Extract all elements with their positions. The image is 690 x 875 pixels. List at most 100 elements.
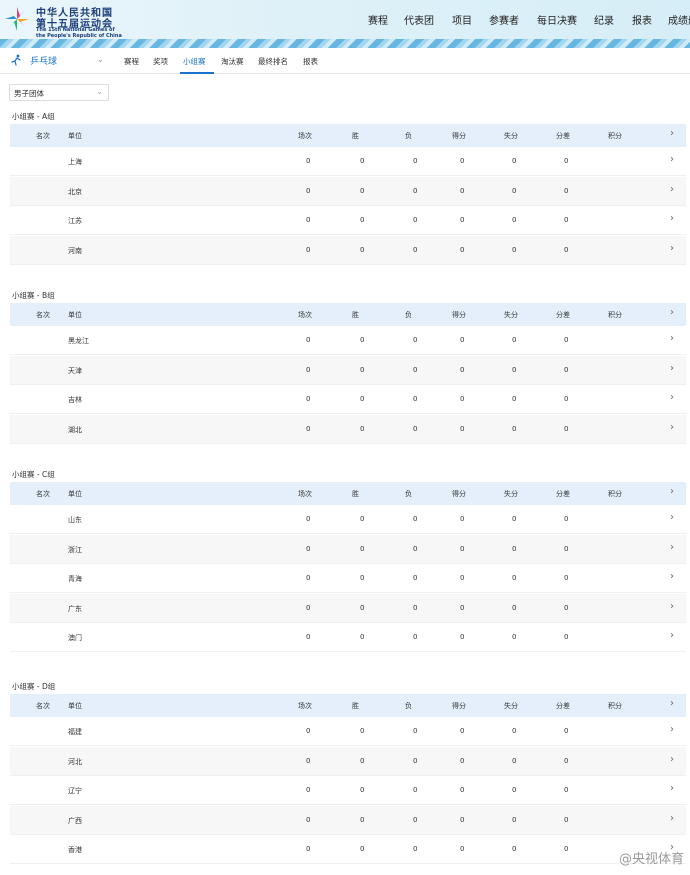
- cell-diff: 0: [564, 245, 569, 254]
- table-row[interactable]: 吉林 0 0 0 0 0 0 ›: [10, 385, 686, 414]
- cell-played: 0: [306, 544, 311, 553]
- table-row[interactable]: 湖北 0 0 0 0 0 0 ›: [10, 414, 686, 444]
- cell-won: 0: [360, 216, 365, 224]
- table-row[interactable]: 广东 0 0 0 0 0 0 ›: [10, 593, 686, 623]
- tab-final-ranking[interactable]: 最终排名: [258, 56, 288, 67]
- table-row[interactable]: 澳门 0 0 0 0 0 0 ›: [10, 623, 686, 652]
- chevron-right-icon[interactable]: ›: [670, 128, 674, 139]
- header-col-team: 单位: [68, 311, 82, 319]
- table-row[interactable]: 上海 0 0 0 0 0 0 ›: [10, 147, 686, 176]
- nav-item-athletes[interactable]: 参赛者: [489, 12, 519, 27]
- tab-knockout[interactable]: 淘汰赛: [221, 56, 244, 67]
- chevron-right-icon[interactable]: ›: [670, 601, 674, 612]
- header-col-diff: 分差: [556, 311, 570, 319]
- header-col-lost: 负: [405, 490, 412, 498]
- header-col-won: 胜: [352, 702, 359, 710]
- table-row[interactable]: 浙江 0 0 0 0 0 0 ›: [10, 534, 686, 564]
- chevron-right-icon[interactable]: ›: [670, 392, 674, 403]
- table-row[interactable]: 天津 0 0 0 0 0 0 ›: [10, 355, 686, 385]
- chevron-right-icon[interactable]: ›: [670, 724, 674, 735]
- cell-played: 0: [306, 756, 311, 765]
- sport-selector[interactable]: 乒乓球 ⌄: [10, 52, 108, 70]
- tab-group-stage[interactable]: 小组赛: [183, 56, 206, 67]
- table-row[interactable]: 河南 0 0 0 0 0 0 ›: [10, 235, 686, 265]
- chevron-right-icon[interactable]: ›: [670, 783, 674, 794]
- games-logo-icon[interactable]: [2, 4, 32, 34]
- cell-played: 0: [306, 365, 311, 374]
- header-col-diff: 分差: [556, 490, 570, 498]
- cell-points-against: 0: [512, 245, 517, 254]
- chevron-right-icon[interactable]: ›: [670, 542, 674, 553]
- cell-points-against: 0: [512, 574, 517, 582]
- tab-schedule[interactable]: 赛程: [124, 56, 139, 67]
- cell-lost: 0: [413, 186, 418, 195]
- cell-lost: 0: [413, 424, 418, 433]
- table-row[interactable]: 辽宁 0 0 0 0 0 0 ›: [10, 776, 686, 805]
- chevron-right-icon[interactable]: ›: [670, 512, 674, 523]
- table-row[interactable]: 广西 0 0 0 0 0 0 ›: [10, 805, 686, 835]
- nav-item-results-book[interactable]: 成绩册: [668, 12, 690, 27]
- cell-won: 0: [360, 845, 365, 853]
- table-row[interactable]: 江苏 0 0 0 0 0 0 ›: [10, 206, 686, 235]
- chevron-right-icon[interactable]: ›: [670, 486, 674, 497]
- chevron-right-icon[interactable]: ›: [670, 307, 674, 318]
- cell-diff: 0: [564, 845, 569, 853]
- header-col-rank: 名次: [36, 702, 50, 710]
- table-row[interactable]: 黑龙江 0 0 0 0 0 0 ›: [10, 326, 686, 355]
- header-col-played: 场次: [298, 702, 312, 710]
- chevron-right-icon[interactable]: ›: [670, 422, 674, 433]
- header-col-team: 单位: [68, 702, 82, 710]
- table-row[interactable]: 青海 0 0 0 0 0 0 ›: [10, 564, 686, 593]
- header-col-points-for: 得分: [452, 702, 466, 710]
- table-row[interactable]: 河北 0 0 0 0 0 0 ›: [10, 746, 686, 776]
- tab-medals[interactable]: 奖项: [153, 56, 168, 67]
- header-col-lost: 负: [405, 132, 412, 140]
- header-col-team: 单位: [68, 132, 82, 140]
- chevron-right-icon[interactable]: ›: [670, 571, 674, 582]
- header-col-won: 胜: [352, 490, 359, 498]
- cell-lost: 0: [413, 395, 418, 403]
- cell-won: 0: [360, 424, 365, 433]
- cell-team: 黑龙江: [68, 337, 89, 345]
- chevron-right-icon[interactable]: ›: [670, 243, 674, 254]
- nav-item-daily-finals[interactable]: 每日决赛: [537, 12, 577, 27]
- cell-played: 0: [306, 336, 311, 344]
- cell-won: 0: [360, 786, 365, 794]
- cell-won: 0: [360, 157, 365, 165]
- cell-points-for: 0: [460, 845, 465, 853]
- cell-points-for: 0: [460, 336, 465, 344]
- table-header: 名次 单位 场次 胜 负 得分 失分 分差 积分 ›: [10, 124, 686, 147]
- table-row[interactable]: 北京 0 0 0 0 0 0 ›: [10, 176, 686, 206]
- event-filter-select[interactable]: 男子团体 ⌄: [9, 84, 109, 101]
- tab-reports[interactable]: 报表: [303, 56, 318, 67]
- event-filter-value: 男子团体: [14, 89, 44, 98]
- cell-lost: 0: [413, 574, 418, 582]
- cell-team: 福建: [68, 728, 82, 736]
- cell-diff: 0: [564, 603, 569, 612]
- chevron-right-icon[interactable]: ›: [670, 754, 674, 765]
- chevron-right-icon[interactable]: ›: [670, 698, 674, 709]
- cell-diff: 0: [564, 365, 569, 374]
- chevron-right-icon[interactable]: ›: [670, 813, 674, 824]
- nav-item-reports[interactable]: 报表: [632, 12, 652, 27]
- header-col-played: 场次: [298, 490, 312, 498]
- group-title-c: 小组赛 - C组: [12, 470, 55, 479]
- chevron-right-icon[interactable]: ›: [670, 630, 674, 641]
- header-col-diff: 分差: [556, 702, 570, 710]
- chevron-right-icon[interactable]: ›: [670, 213, 674, 224]
- chevron-right-icon[interactable]: ›: [670, 333, 674, 344]
- nav-item-schedule[interactable]: 赛程: [368, 12, 388, 27]
- table-row[interactable]: 香港 0 0 0 0 0 0 ›: [10, 835, 686, 864]
- nav-item-sports[interactable]: 项目: [452, 12, 472, 27]
- chevron-right-icon[interactable]: ›: [670, 184, 674, 195]
- chevron-right-icon[interactable]: ›: [670, 363, 674, 374]
- cell-team: 广东: [68, 604, 82, 613]
- nav-item-delegations[interactable]: 代表团: [404, 12, 434, 27]
- table-row[interactable]: 山东 0 0 0 0 0 0 ›: [10, 505, 686, 534]
- nav-item-records[interactable]: 纪录: [594, 12, 614, 27]
- table-row[interactable]: 福建 0 0 0 0 0 0 ›: [10, 717, 686, 746]
- cell-points-against: 0: [512, 845, 517, 853]
- cell-played: 0: [306, 727, 311, 735]
- cell-played: 0: [306, 186, 311, 195]
- chevron-right-icon[interactable]: ›: [670, 154, 674, 165]
